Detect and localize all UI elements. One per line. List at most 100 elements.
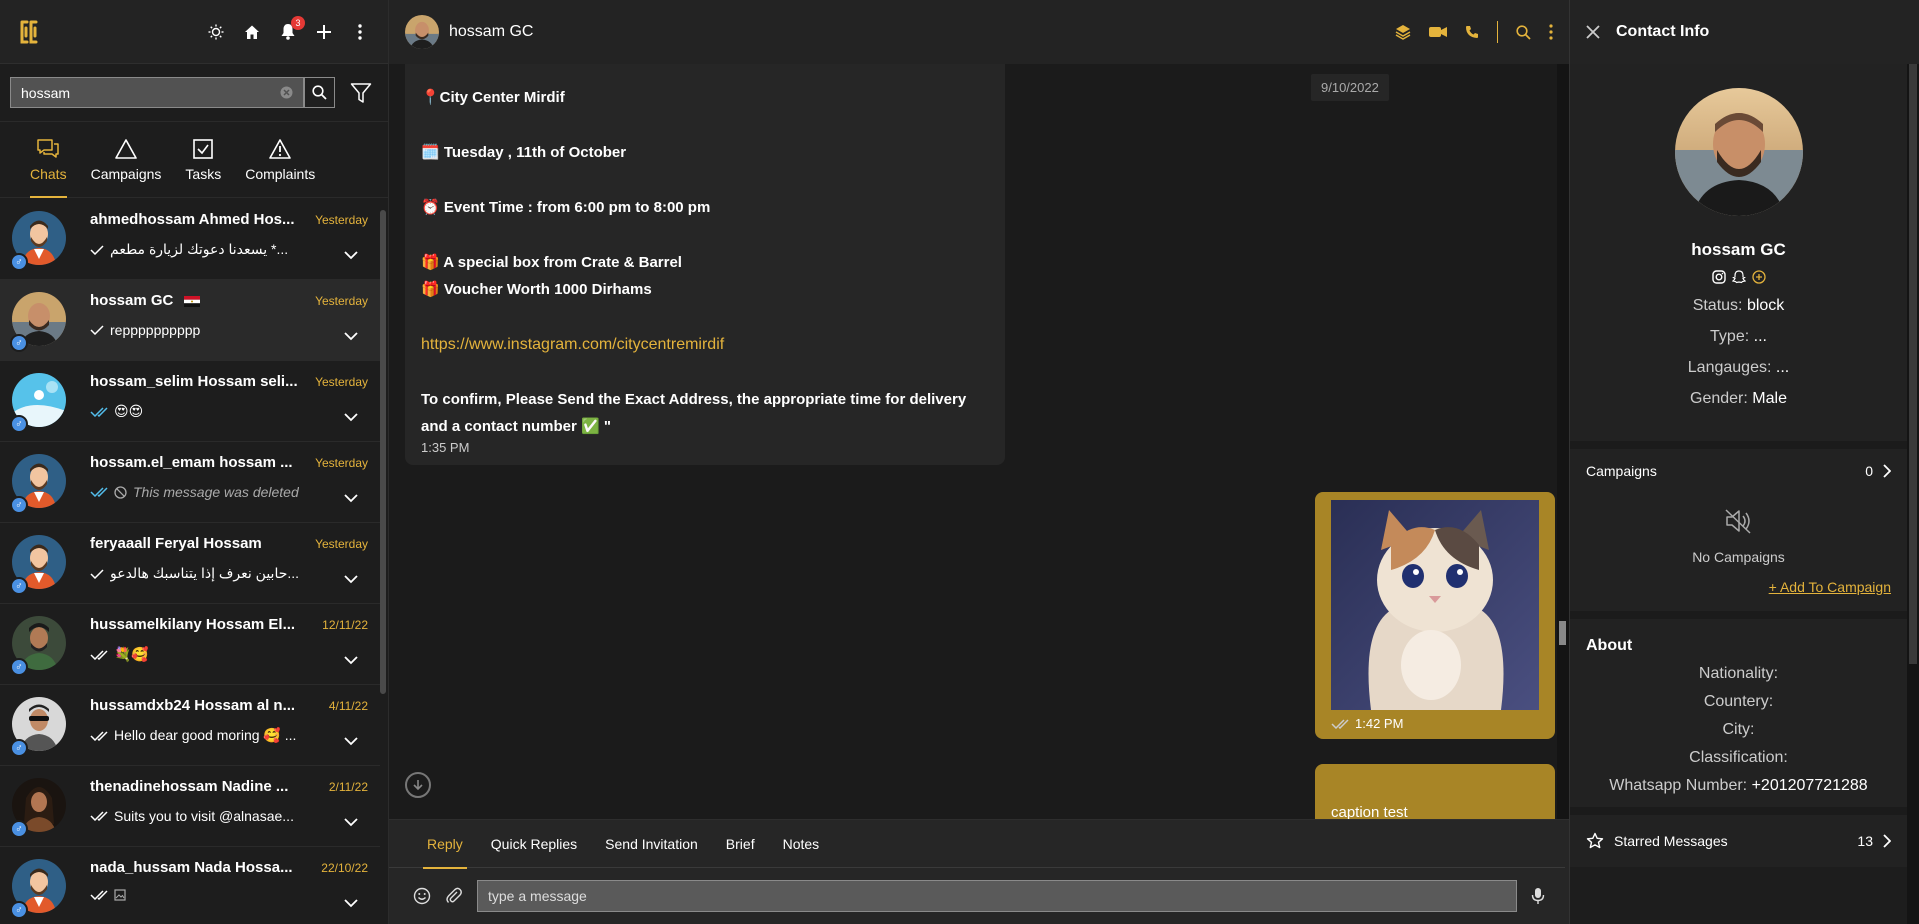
chat-item[interactable]: ♂ hossam.el_emam hossam ... Yesterday Th… bbox=[0, 442, 380, 523]
chevron-down-icon[interactable] bbox=[344, 332, 358, 341]
new-chat-icon[interactable] bbox=[314, 22, 334, 42]
instagram-icon[interactable] bbox=[1711, 270, 1726, 284]
theme-toggle-icon[interactable] bbox=[206, 22, 226, 42]
message-line: 🎁 Voucher Worth 1000 Dirhams bbox=[421, 281, 652, 298]
snapchat-icon[interactable] bbox=[1731, 270, 1746, 284]
male-gender-icon: ♂ bbox=[10, 577, 28, 595]
attachment-icon[interactable] bbox=[445, 887, 463, 905]
type-label: Type: bbox=[1710, 328, 1750, 345]
layers-icon[interactable] bbox=[1395, 24, 1411, 40]
more-menu-icon[interactable] bbox=[1549, 24, 1553, 40]
no-campaigns-text: No Campaigns bbox=[1692, 549, 1785, 565]
male-gender-icon: ♂ bbox=[10, 739, 28, 757]
arrow-down-icon bbox=[413, 780, 423, 791]
chevron-down-icon[interactable] bbox=[344, 251, 358, 260]
message-line: 📍City Center Mirdif bbox=[421, 89, 565, 106]
search-field[interactable] bbox=[10, 77, 304, 108]
checkbox-icon bbox=[192, 138, 214, 160]
tab-quick-replies[interactable]: Quick Replies bbox=[477, 820, 591, 868]
conversation-panel: hossam GC 📍City Center Mirdif 🗓️ Tuesday… bbox=[389, 0, 1569, 924]
scroll-down-button[interactable] bbox=[405, 772, 431, 798]
incoming-message[interactable]: 📍City Center Mirdif 🗓️ Tuesday , 11th of… bbox=[405, 64, 1005, 465]
chevron-down-icon[interactable] bbox=[344, 899, 358, 908]
male-gender-icon: ♂ bbox=[10, 253, 28, 271]
notifications-icon[interactable]: 3 bbox=[278, 15, 305, 42]
conversation-contact[interactable]: hossam GC bbox=[405, 15, 533, 49]
clear-search-icon[interactable] bbox=[280, 86, 293, 99]
filter-icon[interactable] bbox=[350, 82, 372, 104]
search-row bbox=[0, 64, 388, 122]
chat-item[interactable]: ♂ hossam_selim Hossam seli... Yesterday … bbox=[0, 361, 380, 442]
chat-item[interactable]: ♂ feryaaall Feryal Hossam Yesterday حابي… bbox=[0, 523, 380, 604]
chat-item[interactable]: ♂ thenadinehossam Nadine ... 2/11/22 Sui… bbox=[0, 766, 380, 847]
message-input-field[interactable] bbox=[477, 880, 1517, 912]
campaigns-row[interactable]: Campaigns 0 bbox=[1570, 449, 1907, 493]
tab-send-invitation[interactable]: Send Invitation bbox=[591, 820, 712, 868]
chevron-down-icon[interactable] bbox=[344, 656, 358, 665]
tab-reply[interactable]: Reply bbox=[413, 820, 477, 869]
tab-brief[interactable]: Brief bbox=[712, 820, 769, 868]
outgoing-image-message[interactable]: 1:42 PM bbox=[1315, 492, 1555, 739]
chat-item[interactable]: ♂ ahmedhossam Ahmed Hos... Yesterday يسع… bbox=[0, 199, 380, 280]
chevron-down-icon[interactable] bbox=[344, 737, 358, 746]
languages-row: Langauges: ... bbox=[1688, 359, 1789, 377]
tab-chats[interactable]: Chats bbox=[18, 122, 79, 198]
composer: Reply Quick Replies Send Invitation Brie… bbox=[389, 819, 1569, 924]
warning-icon bbox=[268, 138, 292, 160]
whatsapp-row: Whatsapp Number: +201207721288 bbox=[1570, 777, 1907, 795]
search-button[interactable] bbox=[304, 77, 335, 108]
starred-messages-row[interactable]: Starred Messages 13 bbox=[1570, 815, 1907, 867]
campaigns-section: Campaigns 0 No Campaigns + Add To Campai… bbox=[1570, 449, 1907, 619]
message-image[interactable] bbox=[1331, 500, 1539, 710]
search-icon[interactable] bbox=[1516, 24, 1531, 40]
chat-name: hossam.el_emam hossam ... bbox=[90, 454, 293, 471]
chat-name: ahmedhossam Ahmed Hos... bbox=[90, 211, 295, 228]
message-line: ⏰ Event Time : from 6:00 pm to 8:00 pm bbox=[421, 199, 711, 216]
chat-item[interactable]: ♂ hussamdxb24 Hossam al n... 4/11/22 Hel… bbox=[0, 685, 380, 766]
message-input[interactable] bbox=[488, 888, 1506, 904]
add-to-campaign-link[interactable]: + Add To Campaign bbox=[1769, 579, 1891, 595]
chat-name: hossam_selim Hossam seli... bbox=[90, 373, 298, 390]
chat-list-scrollbar[interactable] bbox=[380, 210, 386, 694]
conversation-scrollbar[interactable] bbox=[1557, 64, 1569, 819]
search-input[interactable] bbox=[21, 84, 280, 101]
video-call-icon[interactable] bbox=[1429, 26, 1447, 38]
starred-label: Starred Messages bbox=[1614, 833, 1728, 849]
single-tick-icon bbox=[90, 244, 104, 255]
tab-campaigns[interactable]: Campaigns bbox=[79, 122, 174, 198]
profile-photo[interactable] bbox=[1674, 88, 1803, 216]
emoji-icon[interactable] bbox=[413, 887, 431, 905]
phone-icon[interactable] bbox=[1465, 25, 1479, 39]
scrollbar-thumb[interactable] bbox=[1559, 621, 1566, 645]
profile-name: hossam GC bbox=[1691, 240, 1786, 259]
tab-tasks[interactable]: Tasks bbox=[173, 122, 233, 198]
tab-label: Campaigns bbox=[90, 165, 162, 182]
chevron-down-icon[interactable] bbox=[344, 494, 358, 503]
chevron-down-icon[interactable] bbox=[344, 818, 358, 827]
tab-complaints[interactable]: Complaints bbox=[233, 122, 327, 198]
add-social-icon[interactable] bbox=[1751, 270, 1766, 284]
chat-preview: 😍😍 bbox=[114, 403, 144, 419]
double-tick-read-icon bbox=[90, 406, 108, 417]
microphone-icon[interactable] bbox=[1531, 887, 1545, 905]
home-icon[interactable] bbox=[242, 22, 262, 42]
outgoing-message[interactable]: caption test bbox=[1315, 764, 1555, 819]
chevron-down-icon[interactable] bbox=[344, 575, 358, 584]
double-tick-icon bbox=[1331, 718, 1349, 729]
scrollbar-thumb[interactable] bbox=[1909, 64, 1917, 664]
tab-notes[interactable]: Notes bbox=[769, 820, 834, 868]
message-link[interactable]: https://www.instagram.com/citycentremird… bbox=[421, 336, 724, 353]
contact-info-scrollbar[interactable] bbox=[1907, 64, 1919, 924]
message-time: 1:42 PM bbox=[1355, 716, 1404, 731]
chevron-down-icon[interactable] bbox=[344, 413, 358, 422]
chat-item[interactable]: ♂ nada_hussam Nada Hossa... 22/10/22 bbox=[0, 847, 380, 924]
conversation-title: hossam GC bbox=[449, 23, 534, 40]
male-gender-icon: ♂ bbox=[10, 334, 28, 352]
app: 3 hossam Chats Campaigns Tasks Complaint… bbox=[0, 0, 1919, 924]
chat-item[interactable]: ♂ hussamelkilany Hossam El... 12/11/22 💐… bbox=[0, 604, 380, 685]
chat-item[interactable]: ♂ hossam GC Yesterday repppppppppp bbox=[0, 280, 380, 361]
close-icon[interactable] bbox=[1586, 25, 1600, 39]
message-caption: caption test bbox=[1331, 804, 1408, 819]
chat-name: hussamelkilany Hossam El... bbox=[90, 616, 296, 633]
more-menu-icon[interactable] bbox=[350, 22, 370, 42]
